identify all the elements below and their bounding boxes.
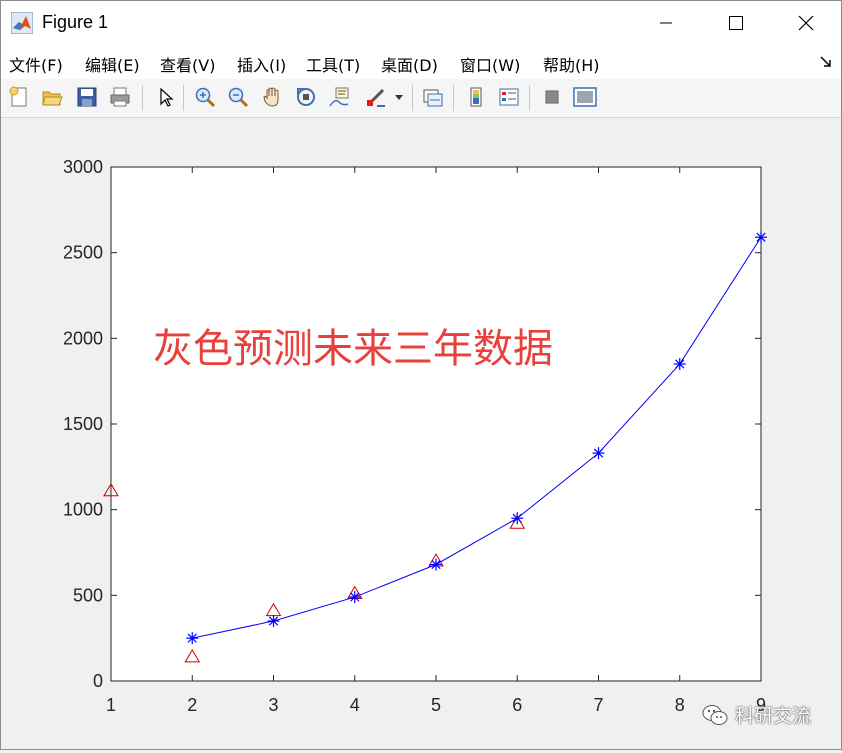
toolbar-separator [529, 85, 530, 111]
wechat-icon [702, 704, 728, 725]
y-tick-label: 1000 [63, 500, 103, 520]
toolbar-separator [142, 85, 143, 111]
y-tick-label: 2000 [63, 328, 103, 348]
menu-bar: 文件(F) 编辑(E) 查看(V) 插入(I) 工具(T) 桌面(D) 窗口(W… [1, 45, 841, 79]
toolbar-separator [453, 85, 454, 111]
hide-plot-tools-button[interactable] [538, 83, 566, 111]
brush-icon [367, 88, 385, 107]
save-button[interactable] [73, 83, 101, 111]
open-file-button[interactable] [38, 83, 66, 111]
new-figure-button[interactable] [5, 83, 33, 111]
rotate-3d-icon [297, 88, 315, 106]
x-tick-label: 5 [431, 695, 441, 715]
open-file-icon [42, 91, 63, 106]
figure-canvas[interactable]: 1 2 3 4 5 6 7 8 9 0 500 1000 1500 2000 2500 3000 灰色预测未来… [1, 118, 841, 749]
close-icon [798, 15, 814, 31]
menu-tools[interactable]: 工具(T) [306, 52, 360, 76]
minimize-button[interactable] [643, 1, 689, 45]
legend-button[interactable] [495, 83, 523, 111]
zoom-out-icon [228, 87, 249, 108]
window-title: Figure 1 [42, 12, 109, 32]
menu-window[interactable]: 窗口(W) [460, 52, 520, 76]
print-icon [110, 87, 130, 107]
print-button[interactable] [106, 83, 134, 111]
toolbar-separator [412, 85, 413, 111]
minimize-icon [660, 22, 672, 24]
show-plot-tools-button[interactable] [571, 83, 599, 111]
brush-dropdown-button[interactable] [392, 83, 406, 111]
menu-view[interactable]: 查看(V) [160, 52, 215, 76]
menu-edit[interactable]: 编辑(E) [85, 52, 140, 76]
x-tick-label: 1 [106, 695, 116, 715]
dock-arrow-icon[interactable] [819, 55, 833, 69]
pointer-icon [160, 87, 174, 107]
y-tick-label: 500 [73, 585, 103, 605]
menu-file[interactable]: 文件(F) [9, 52, 63, 76]
figure-window: Figure 1 文件(F) 编辑(E) 查看(V) 插入(I) 工具(T) 桌… [0, 0, 842, 750]
zoom-in-button[interactable] [191, 83, 219, 111]
pointer-button[interactable] [151, 83, 179, 111]
y-tick-label: 1500 [63, 414, 103, 434]
matlab-logo-icon [11, 12, 33, 34]
colorbar-icon [470, 87, 482, 107]
data-cursor-icon [329, 87, 349, 107]
x-tick-label: 8 [675, 695, 685, 715]
menu-help[interactable]: 帮助(H) [543, 52, 600, 76]
brush-dropdown-icon [395, 95, 403, 100]
link-plot-button[interactable] [419, 83, 447, 111]
zoom-in-icon [195, 87, 216, 108]
maximize-icon [729, 16, 743, 30]
pan-button[interactable] [258, 83, 286, 111]
x-tick-label: 6 [512, 695, 522, 715]
close-button[interactable] [783, 1, 829, 45]
menu-desktop[interactable]: 桌面(D) [381, 52, 438, 76]
x-tick-label: 7 [593, 695, 603, 715]
axes-box[interactable] [110, 166, 762, 682]
x-tick-label: 3 [268, 695, 278, 715]
hide-plot-tools-icon [545, 90, 559, 104]
y-tick-label: 0 [93, 671, 103, 691]
chart-annotation: 灰色预测未来三年数据 [153, 326, 553, 372]
y-tick-label: 2500 [63, 243, 103, 263]
brush-button[interactable] [362, 83, 390, 111]
save-icon [77, 87, 97, 107]
watermark: 科研交流 [701, 701, 811, 728]
title-bar[interactable]: Figure 1 [1, 1, 841, 45]
colorbar-button[interactable] [462, 83, 490, 111]
figure-toolbar [1, 79, 841, 118]
watermark-text: 科研交流 [735, 705, 812, 727]
toolbar-separator [183, 85, 184, 111]
link-plot-icon [423, 89, 443, 107]
x-tick-label: 4 [350, 695, 360, 715]
data-cursor-button[interactable] [325, 83, 353, 111]
legend-icon [499, 88, 519, 106]
show-plot-tools-icon [573, 87, 597, 107]
plot-svg[interactable]: 1 2 3 4 5 6 7 8 9050010001500200025003000 灰色预测未来… [1, 118, 841, 749]
new-figure-icon [9, 86, 27, 107]
pan-hand-icon [263, 87, 279, 107]
zoom-out-button[interactable] [224, 83, 252, 111]
x-tick-label: 2 [187, 695, 197, 715]
maximize-button[interactable] [713, 1, 759, 45]
y-tick-label: 3000 [63, 157, 103, 177]
rotate-3d-button[interactable] [292, 83, 320, 111]
menu-insert[interactable]: 插入(I) [237, 52, 286, 76]
